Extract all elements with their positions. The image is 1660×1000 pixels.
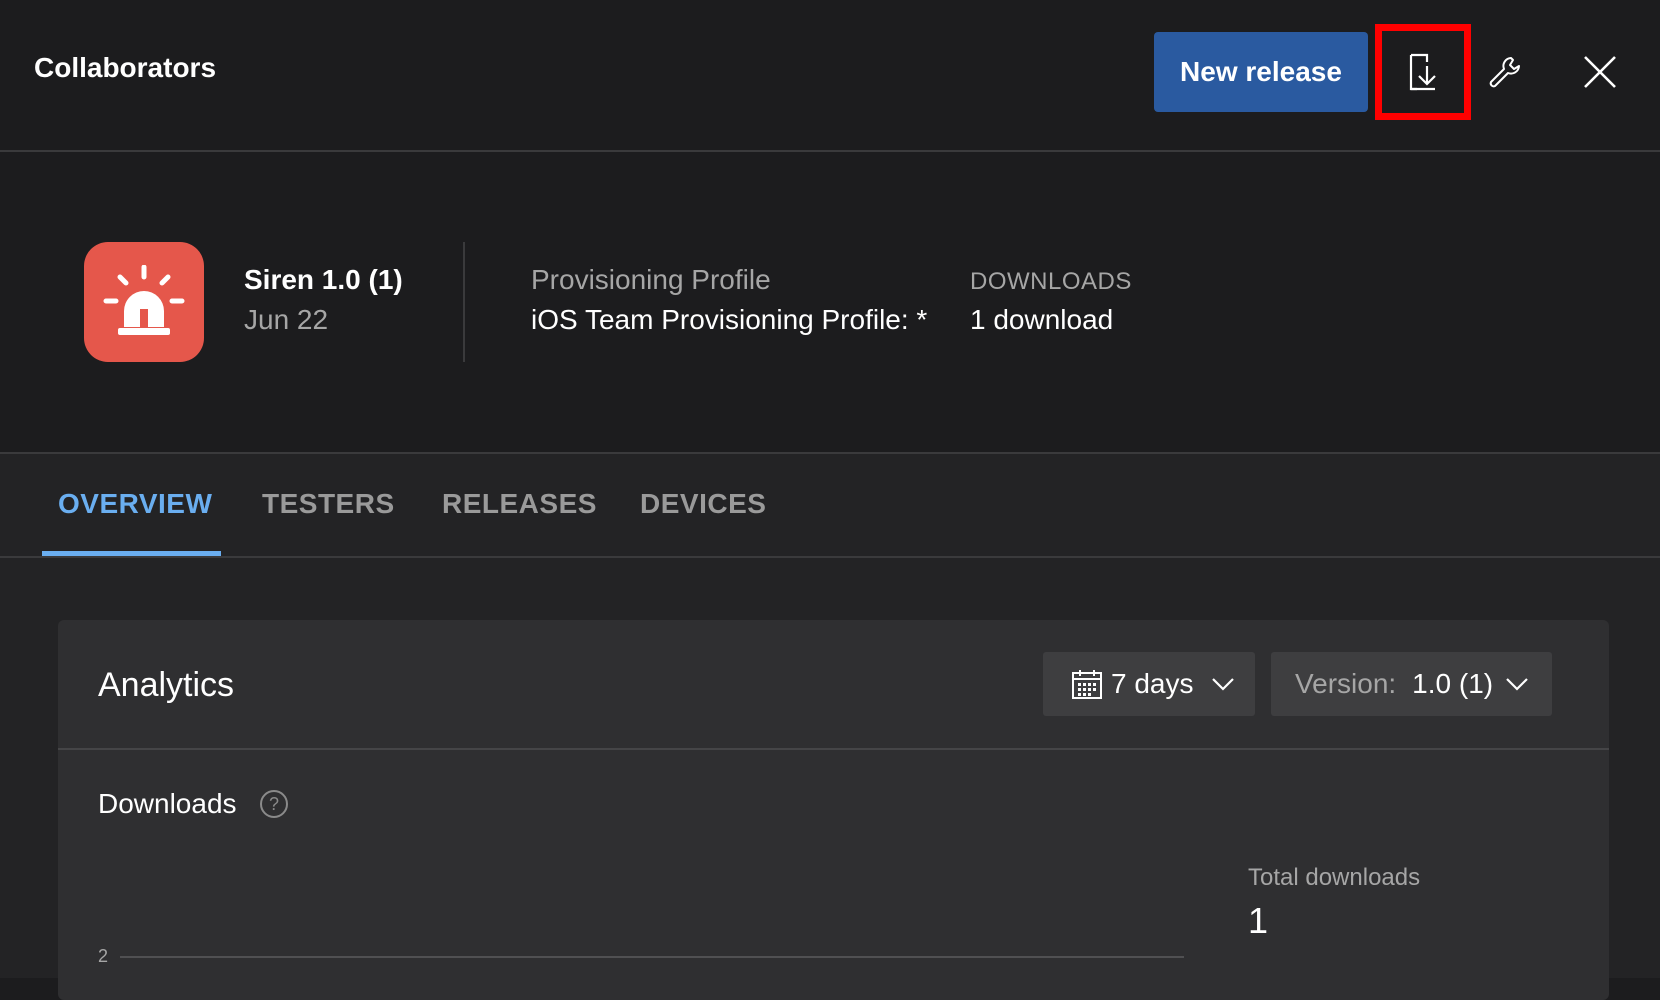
downloads-value: 1 download [970, 304, 1114, 335]
close-button[interactable] [1572, 40, 1628, 104]
chart-gridline [120, 956, 1184, 958]
tab-overview[interactable]: OVERVIEW [58, 488, 212, 520]
chevron-down-icon [1212, 678, 1234, 691]
date-range-dropdown[interactable]: 7 days [1043, 652, 1255, 716]
help-icon[interactable]: ? [260, 790, 288, 818]
analytics-header: Analytics 7 days Version: 1.0 (1) [58, 620, 1609, 750]
tab-devices[interactable]: DEVICES [640, 488, 766, 520]
y-axis-tick: 2 [98, 946, 109, 966]
siren-icon [103, 265, 185, 335]
version-dropdown[interactable]: Version: 1.0 (1) [1271, 652, 1552, 716]
version-label: Version: [1295, 668, 1397, 699]
total-downloads-label: Total downloads [1248, 864, 1421, 891]
tab-releases[interactable]: RELEASES [442, 488, 597, 520]
app-icon [84, 242, 204, 362]
chevron-down-icon [1506, 678, 1528, 691]
page-title: Collaborators [34, 52, 217, 83]
settings-button[interactable] [1477, 40, 1533, 104]
top-bar: Collaborators New release [0, 0, 1660, 152]
divider [463, 242, 465, 362]
calendar-icon [1072, 670, 1102, 699]
total-downloads-value: 1 [1248, 900, 1269, 941]
provisioning-value: iOS Team Provisioning Profile: * [531, 304, 928, 335]
downloads-chart-title: Downloads [98, 788, 237, 819]
release-name: Siren 1.0 (1) [244, 264, 403, 295]
version-value: 1.0 (1) [1412, 668, 1494, 699]
new-release-button[interactable]: New release [1154, 32, 1368, 112]
downloads-label: DOWNLOADS [970, 268, 1132, 295]
wrench-icon [1489, 57, 1520, 88]
release-date: Jun 22 [244, 304, 329, 335]
analytics-card: Analytics 7 days Version: 1.0 (1) Downlo… [58, 620, 1609, 1000]
release-info: Siren 1.0 (1) Jun 22 Provisioning Profil… [0, 152, 1660, 454]
active-tab-indicator [42, 551, 221, 556]
overview-content: Analytics 7 days Version: 1.0 (1) Downlo… [0, 558, 1660, 1000]
tab-testers[interactable]: TESTERS [262, 488, 395, 520]
date-range-value: 7 days [1111, 668, 1194, 699]
tab-bar: OVERVIEW TESTERS RELEASES DEVICES [0, 454, 1660, 558]
close-icon [1584, 56, 1616, 88]
download-button[interactable] [1375, 24, 1471, 120]
analytics-title: Analytics [98, 666, 235, 704]
download-to-device-icon [1409, 53, 1436, 91]
provisioning-label: Provisioning Profile [531, 264, 771, 295]
